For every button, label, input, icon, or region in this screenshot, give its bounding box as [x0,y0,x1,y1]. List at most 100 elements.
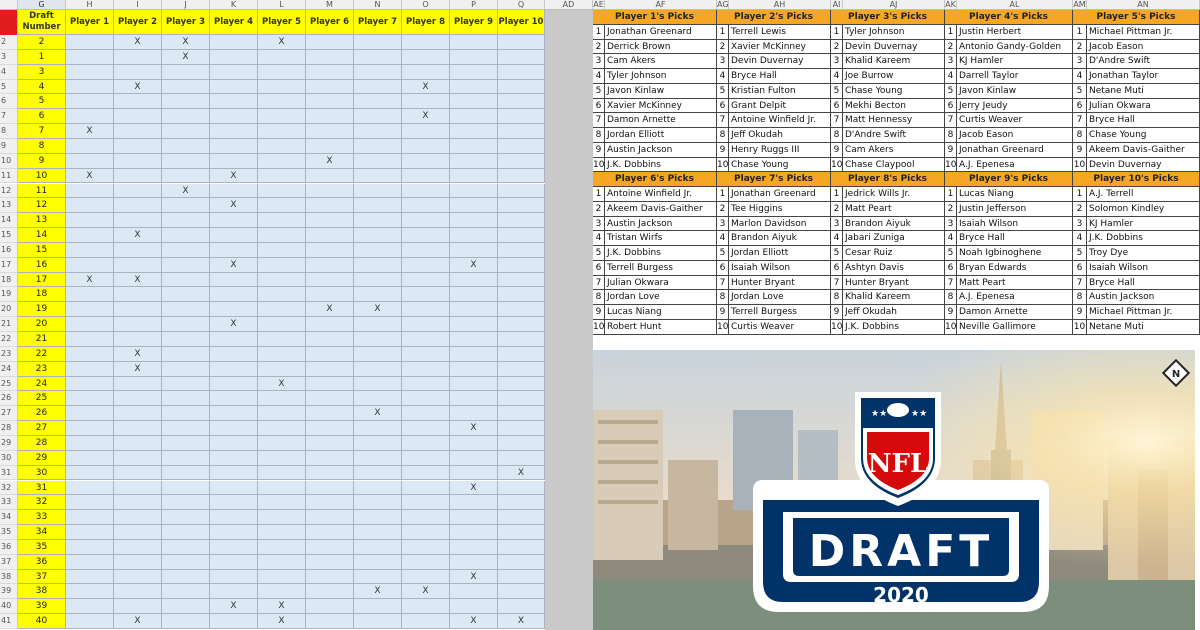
row-header[interactable]: 37 [0,554,18,570]
row-header[interactable]: 40 [0,599,18,615]
pick-rank-cell[interactable]: 6 [1073,98,1087,114]
pick-mark-cell[interactable]: X [114,79,162,95]
pick-mark-cell[interactable] [498,198,545,214]
pick-rank-cell[interactable]: 2 [593,201,605,217]
pick-mark-cell[interactable] [306,79,354,95]
row-header[interactable]: 29 [0,435,18,451]
draft-number-cell[interactable]: 31 [18,480,66,496]
pick-mark-cell[interactable] [306,421,354,436]
pick-mark-cell[interactable] [450,346,498,362]
pick-mark-cell[interactable] [450,584,498,600]
pick-rank-cell[interactable]: 4 [717,231,729,246]
draft-number-cell[interactable]: 32 [18,495,66,511]
pick-mark-cell[interactable] [66,421,114,436]
pick-mark-cell[interactable] [306,376,354,392]
pick-rank-cell[interactable]: 6 [593,260,605,276]
row-header[interactable]: 35 [0,525,18,540]
pick-rank-cell[interactable]: 5 [717,83,729,99]
pick-mark-cell[interactable] [114,49,162,65]
pick-rank-cell[interactable]: 2 [1073,201,1087,217]
pick-mark-cell[interactable] [210,242,258,258]
pick-mark-cell[interactable] [66,480,114,496]
pick-rank-cell[interactable]: 3 [1073,216,1087,232]
pick-mark-cell[interactable] [210,421,258,436]
pick-mark-cell[interactable] [210,302,258,318]
draft-number-cell[interactable]: 17 [18,272,66,288]
pick-mark-cell[interactable] [306,614,354,629]
pick-rank-cell[interactable]: 8 [831,128,843,143]
pick-mark-cell[interactable] [498,228,545,243]
draft-number-cell[interactable]: 20 [18,317,66,332]
pick-mark-cell[interactable]: X [66,168,114,184]
pick-mark-cell[interactable]: X [450,421,498,436]
pick-rank-cell[interactable]: 8 [945,290,957,305]
pick-player-name-cell[interactable]: Xavier McKinney [605,98,717,114]
pick-mark-cell[interactable] [258,554,306,570]
pick-player-name-cell[interactable]: Jordan Love [729,290,831,305]
pick-mark-cell[interactable] [258,495,306,511]
pick-mark-cell[interactable] [450,64,498,80]
pick-rank-cell[interactable]: 5 [593,246,605,261]
row-header[interactable]: 36 [0,539,18,555]
pick-player-name-cell[interactable]: Cam Akers [605,54,717,69]
row-header[interactable]: 41 [0,614,18,629]
pick-mark-cell[interactable] [498,495,545,511]
pick-mark-cell[interactable] [258,49,306,65]
pick-mark-cell[interactable]: X [306,153,354,169]
pick-mark-cell[interactable] [402,35,450,50]
column-header-ak[interactable]: AK [945,0,957,10]
pick-mark-cell[interactable] [258,480,306,496]
pick-player-name-cell[interactable]: Jeff Okudah [843,305,945,320]
pick-mark-cell[interactable] [498,554,545,570]
row-header[interactable]: 34 [0,510,18,526]
pick-mark-cell[interactable] [162,584,210,600]
pick-player-name-cell[interactable]: Bryce Hall [957,231,1073,246]
pick-rank-cell[interactable]: 7 [593,275,605,291]
pick-mark-cell[interactable] [162,539,210,555]
pick-player-name-cell[interactable]: Khalid Kareem [843,54,945,69]
pick-rank-cell[interactable]: 8 [945,128,957,143]
row-header[interactable]: 28 [0,421,18,436]
pick-mark-cell[interactable] [450,79,498,95]
pick-mark-cell[interactable] [306,168,354,184]
pick-mark-cell[interactable] [354,242,402,258]
pick-player-name-cell[interactable]: Jabari Zuniga [843,231,945,246]
pick-mark-cell[interactable] [66,539,114,555]
pick-rank-cell[interactable]: 10 [831,157,843,173]
row-header[interactable]: 15 [0,228,18,243]
pick-mark-cell[interactable]: X [402,584,450,600]
row-header[interactable]: 10 [0,153,18,169]
pick-player-name-cell[interactable]: Cam Akers [843,142,945,158]
pick-rank-cell[interactable]: 7 [831,275,843,291]
pick-rank-cell[interactable]: 2 [717,201,729,217]
pick-mark-cell[interactable] [66,614,114,629]
pick-mark-cell[interactable] [402,510,450,526]
pick-mark-cell[interactable] [162,599,210,615]
pick-mark-cell[interactable] [210,153,258,169]
pick-mark-cell[interactable] [498,391,545,407]
pick-rank-cell[interactable]: 5 [831,246,843,261]
pick-player-name-cell[interactable]: Javon Kinlaw [605,83,717,99]
pick-rank-cell[interactable]: 9 [717,142,729,158]
pick-mark-cell[interactable] [114,525,162,540]
draft-number-cell[interactable]: 33 [18,510,66,526]
pick-rank-cell[interactable]: 1 [717,187,729,202]
pick-player-name-cell[interactable]: Jonathan Greenard [957,142,1073,158]
pick-mark-cell[interactable] [162,94,210,110]
pick-mark-cell[interactable] [354,332,402,347]
pick-mark-cell[interactable] [114,168,162,184]
pick-mark-cell[interactable] [162,510,210,526]
pick-mark-cell[interactable] [354,525,402,540]
pick-rank-cell[interactable]: 1 [1073,187,1087,202]
pick-mark-cell[interactable] [66,183,114,199]
pick-rank-cell[interactable]: 3 [831,54,843,69]
pick-mark-cell[interactable] [306,64,354,80]
column-header-n[interactable]: N [354,0,402,10]
row-header[interactable]: 22 [0,332,18,347]
pick-mark-cell[interactable] [354,614,402,629]
draft-number-cell[interactable]: 15 [18,242,66,258]
pick-player-name-cell[interactable]: Hunter Bryant [843,275,945,291]
pick-mark-cell[interactable] [498,376,545,392]
pick-rank-cell[interactable]: 9 [945,305,957,320]
pick-rank-cell[interactable]: 6 [717,260,729,276]
